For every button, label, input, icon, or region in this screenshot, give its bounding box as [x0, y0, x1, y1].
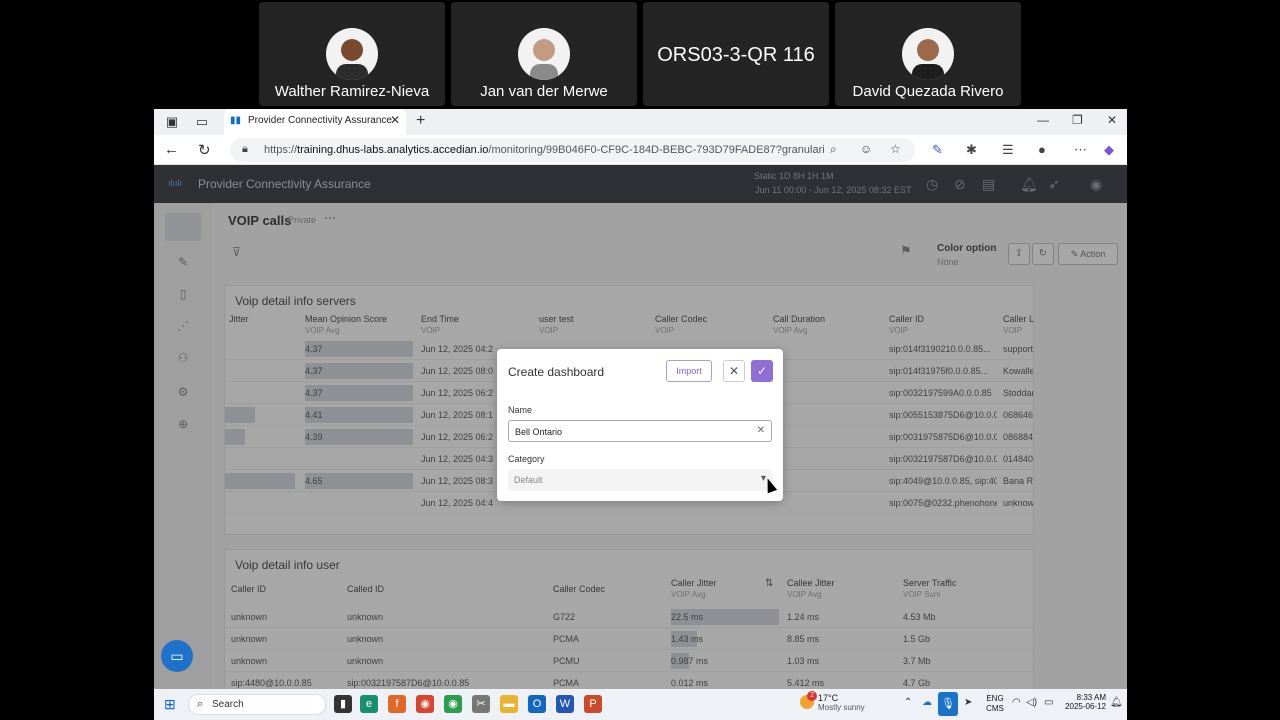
microphone-icon[interactable]: 🎙︎ — [938, 692, 958, 716]
copilot-icon[interactable]: ◆ — [1104, 142, 1114, 158]
powerpoint-icon[interactable]: P — [584, 695, 602, 713]
url-prefix: https:// — [264, 144, 298, 156]
wifi-icon[interactable]: ◠ — [1012, 697, 1021, 708]
participant-tile[interactable]: David Quezada Rivero — [835, 2, 1021, 106]
new-tab-icon[interactable]: + — [416, 112, 425, 130]
clock-time: 8:33 AM — [1076, 693, 1106, 702]
word-icon[interactable]: W — [556, 695, 574, 713]
language-indicator[interactable]: ENG CMS — [984, 694, 1006, 714]
windows-taskbar: ⊞ ⌕ Search ▮ e f ◉ ◉ ✂ ▬ O W P 2 17°C Mo… — [154, 689, 1127, 720]
tab-actions-icon[interactable]: ▭ — [194, 114, 210, 130]
close-dialog-icon[interactable]: ✕ — [723, 360, 745, 382]
extension-icon[interactable]: ✎ — [932, 142, 943, 158]
participant-tile[interactable]: Jan van der Merwe — [451, 2, 637, 106]
restore-icon[interactable]: ❐ — [1072, 113, 1083, 127]
taskbar-search[interactable]: ⌕ Search — [188, 694, 326, 715]
outlook-icon[interactable]: O — [528, 695, 546, 713]
confirm-check-icon[interactable]: ✓ — [751, 360, 773, 382]
show-hidden-icons-icon[interactable]: ⌃ — [904, 697, 912, 708]
battery-icon[interactable]: ▭ — [1044, 697, 1053, 708]
participant-tile[interactable]: ORS03-3-QR 116 — [643, 2, 829, 106]
snipping-tool-icon[interactable]: ✂ — [472, 695, 490, 713]
reader-icon[interactable]: ☺ — [860, 142, 872, 156]
location-icon[interactable]: ➤ — [964, 697, 972, 708]
category-select[interactable]: Default ▾ — [508, 469, 772, 491]
chrome-dev-icon[interactable]: ◉ — [444, 695, 462, 713]
windows-start-icon[interactable]: ⊞ — [164, 696, 176, 713]
favorite-star-icon[interactable]: ☆ — [890, 142, 901, 156]
dialog-title: Create dashboard — [508, 365, 605, 379]
minimize-icon[interactable]: — — [1037, 113, 1049, 127]
favorites-icon[interactable]: ☰ — [1002, 142, 1014, 158]
volume-icon[interactable]: ◁) — [1026, 697, 1037, 708]
participant-name: Jan van der Merwe — [480, 83, 608, 100]
participant-avatar — [902, 28, 954, 80]
clock-date: 2025-06-12 — [1065, 702, 1106, 711]
browser-window: ▣ ▭ ▮▮ Provider Connectivity Assurance ✕… — [154, 109, 1127, 689]
weather-widget[interactable]: 17°C Mostly sunny — [818, 693, 865, 712]
close-window-icon[interactable]: ✕ — [1107, 113, 1117, 127]
back-icon[interactable]: ← — [164, 141, 179, 158]
chrome-icon[interactable]: ◉ — [416, 695, 434, 713]
search-icon: ⌕ — [197, 698, 204, 710]
weather-badge: 2 — [807, 691, 817, 701]
file-explorer-icon[interactable]: ▬ — [500, 695, 518, 713]
name-value: Bell Ontario — [515, 427, 563, 437]
name-label: Name — [508, 405, 533, 415]
profile-icon[interactable]: ● — [1038, 142, 1046, 157]
name-field[interactable]: Bell Ontario ✕ — [508, 420, 772, 442]
url-domain: training.dhus-labs.analytics.accedian.io — [297, 144, 489, 156]
more-menu-icon[interactable]: ⋯ — [1074, 142, 1087, 158]
weather-desc: Mostly sunny — [818, 703, 865, 712]
participant-avatar — [518, 28, 570, 80]
zoom-icon[interactable]: ⌕ — [830, 142, 837, 157]
category-value: Default — [514, 475, 543, 485]
url-path: /monitoring/99B046F0-CF9C-184D-BEBC-793D… — [488, 144, 824, 156]
notifications-icon[interactable]: 🔔︎ — [1110, 697, 1123, 708]
input-method: CMS — [986, 704, 1004, 713]
clear-input-icon[interactable]: ✕ — [757, 425, 765, 436]
cisco-favicon-icon: ▮▮ — [230, 115, 242, 126]
browser-tab-active[interactable]: ▮▮ Provider Connectivity Assurance ✕ — [224, 109, 406, 135]
participant-name: Walther Ramirez-Nieva — [274, 83, 430, 100]
extensions-puzzle-icon[interactable]: ✱ — [966, 142, 977, 158]
import-button[interactable]: Import — [666, 360, 712, 382]
chat-support-icon[interactable]: ▭ — [161, 640, 193, 672]
workspaces-icon[interactable]: ▣ — [164, 114, 180, 130]
search-label: Search — [212, 699, 244, 710]
participant-tile[interactable]: Walther Ramirez-Nieva — [259, 2, 445, 106]
address-bar-row: ← ↻ 🔒︎ https://training.dhus-labs.analyt… — [154, 135, 1127, 165]
category-label: Category — [508, 454, 545, 464]
edge-icon[interactable]: e — [360, 695, 378, 713]
tab-title: Provider Connectivity Assurance — [248, 115, 392, 126]
weather-temp: 17°C — [818, 693, 839, 703]
close-tab-icon[interactable]: ✕ — [390, 113, 400, 127]
url-field[interactable]: 🔒︎ https://training.dhus-labs.analytics.… — [230, 138, 915, 162]
task-view-icon[interactable]: ▮ — [334, 695, 352, 713]
create-dashboard-dialog: Create dashboard Import ✕ ✓ Name Bell On… — [497, 349, 783, 501]
refresh-icon[interactable]: ↻ — [198, 141, 211, 159]
lock-icon[interactable]: 🔒︎ — [242, 143, 248, 156]
system-clock[interactable]: 8:33 AM 2025-06-12 — [1058, 693, 1106, 711]
language-code: ENG — [986, 694, 1004, 703]
participant-name: David Quezada Rivero — [852, 83, 1004, 100]
tab-bar: ▣ ▭ ▮▮ Provider Connectivity Assurance ✕… — [154, 109, 1127, 135]
video-call-participants: Walther Ramirez-Nieva Jan van der Merwe … — [0, 0, 1280, 108]
participant-avatar — [326, 28, 378, 80]
onedrive-icon[interactable]: ☁ — [922, 697, 932, 708]
participant-name: ORS03-3-QR 116 — [657, 44, 815, 66]
firefox-icon[interactable]: f — [388, 695, 406, 713]
